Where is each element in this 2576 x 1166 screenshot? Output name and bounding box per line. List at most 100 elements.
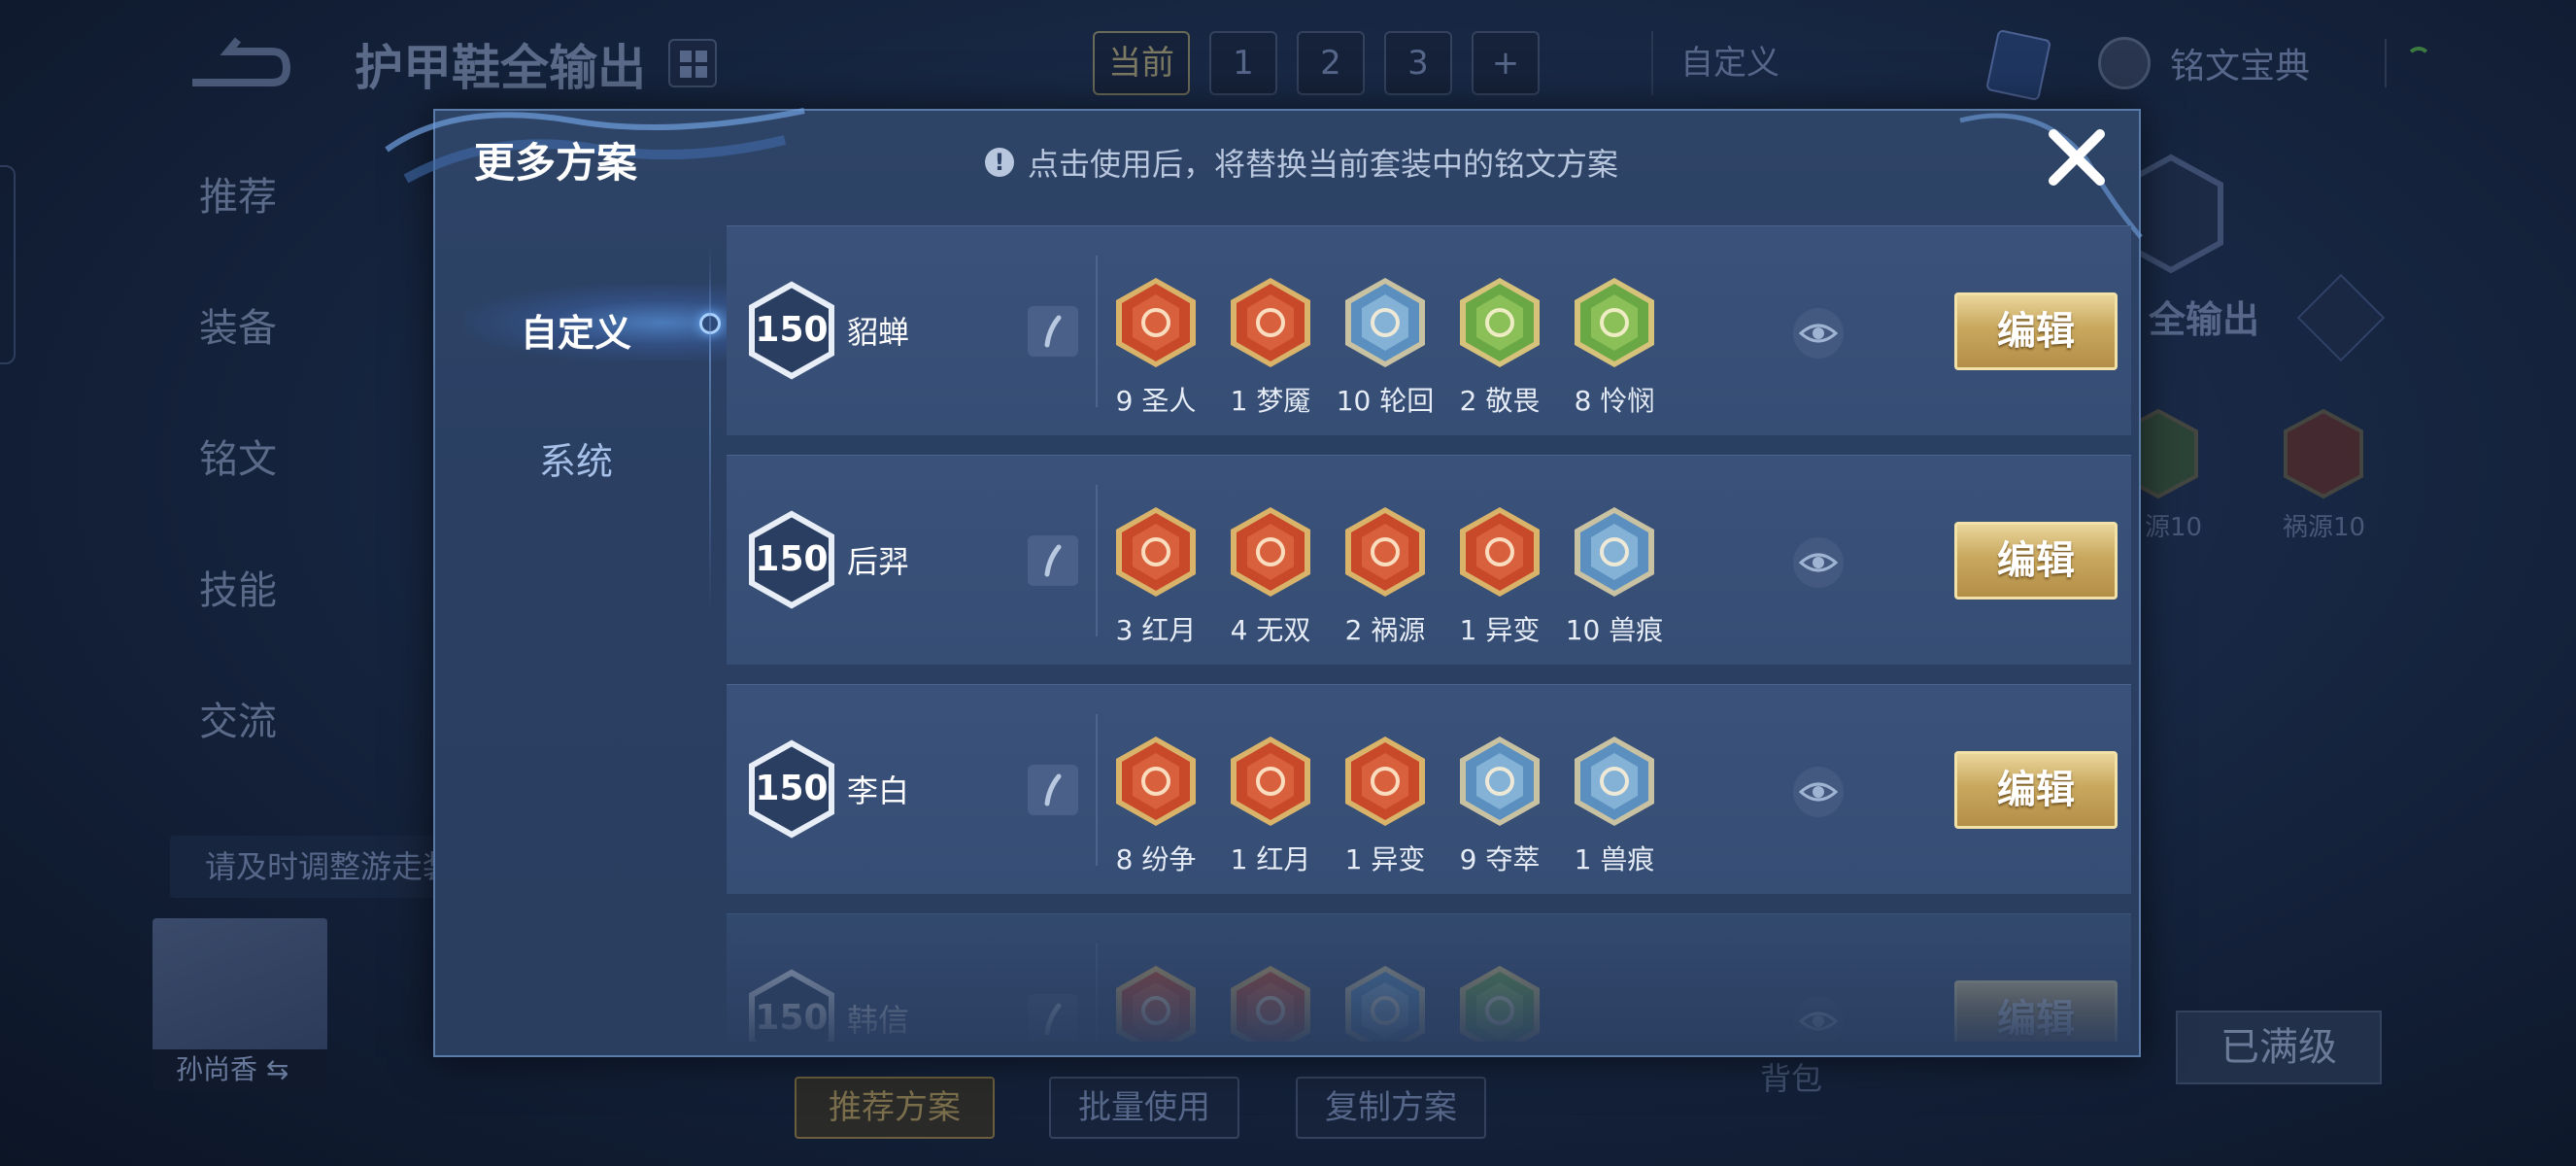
rune-slot: 1 异变 [1342, 734, 1428, 875]
rune-set: 9 圣人 1 梦魇 10 轮回 2 敬畏 8 怜悯 [1113, 275, 1657, 417]
rune-count-label: 4 无双 [1208, 609, 1333, 648]
info-icon: ! [985, 148, 1014, 177]
rune-count-label: 8 纷争 [1094, 839, 1218, 877]
rune-count: 8 [1574, 385, 1592, 417]
plan-source-tabs: 自定义 系统 [435, 237, 727, 1034]
rune-name: 祸源 [1371, 614, 1426, 646]
bg-tab-3[interactable]: 3 [1384, 31, 1452, 95]
maxed-button[interactable]: 已满级 [2176, 1011, 2382, 1084]
beast-mark-rune-icon [1575, 507, 1654, 597]
mutation-rune-icon [1345, 737, 1425, 826]
card-icon[interactable] [1984, 28, 2052, 102]
nightmare-rune-icon [1231, 278, 1310, 367]
dictionary-icon [2098, 37, 2151, 89]
rune-slot [1113, 963, 1199, 1042]
bg-tab-custom[interactable]: 自定义 [1651, 31, 1826, 95]
rune-count-label: 1 梦魇 [1208, 380, 1333, 419]
wifi-icon [2385, 39, 2433, 87]
rune-count-label: 3 红月 [1094, 609, 1218, 648]
preview-button[interactable] [1793, 308, 1844, 359]
rune-count-label: 9 夺萃 [1438, 839, 1562, 877]
bag-label[interactable]: 背包 [1760, 1054, 1822, 1099]
rune-name: 红月 [1256, 843, 1311, 875]
edit-button[interactable]: 编辑 [1954, 980, 2118, 1042]
rune-count: 1 [1574, 843, 1592, 875]
rune-count-label: 8 怜悯 [1552, 380, 1677, 419]
rune-slot: 9 夺萃 [1457, 734, 1542, 875]
rename-button[interactable] [1028, 535, 1078, 586]
bg-tab-1[interactable]: 1 [1209, 31, 1277, 95]
rune-count-label: 1 红月 [1208, 839, 1333, 877]
bg-tab-2[interactable]: 2 [1297, 31, 1365, 95]
plan-row[interactable]: 150 后羿 3 红月 4 无双 2 祸源 1 异变 10 兽痕 编辑 [727, 455, 2131, 665]
pen-icon [1044, 773, 1062, 806]
rune-level: 150 [755, 769, 829, 808]
nav-recommend[interactable]: 推荐 [199, 165, 277, 222]
recommend-plan-button[interactable]: 推荐方案 [795, 1077, 995, 1139]
rune-count: 4 [1230, 614, 1248, 646]
rune-slot [1228, 963, 1313, 1042]
rune-level: 150 [755, 998, 829, 1038]
more-plans-dialog: 更多方案 ! 点击使用后，将替换当前套装中的铭文方案 自定义 系统 150 貂蝉… [385, 108, 2143, 1057]
hero-name: 韩信 [847, 1002, 910, 1039]
beast-mark-rune-icon [1575, 737, 1654, 826]
bg-plan-tabs: 当前 1 2 3 + [1093, 31, 1540, 99]
rune-name: 怜悯 [1600, 385, 1655, 417]
batch-use-button[interactable]: 批量使用 [1049, 1077, 1239, 1139]
edit-button[interactable]: 编辑 [1954, 751, 2118, 829]
preview-button[interactable] [1793, 767, 1844, 817]
nav-community[interactable]: 交流 [199, 690, 277, 746]
rune-name: 敬畏 [1485, 385, 1541, 417]
close-icon[interactable] [2040, 120, 2114, 194]
rename-button[interactable] [1028, 994, 1078, 1042]
copy-plan-button[interactable]: 复制方案 [1296, 1077, 1486, 1139]
rune-level: 150 [755, 310, 829, 350]
bg-tab-add[interactable]: + [1472, 31, 1540, 95]
hero-name: 貂蝉 [847, 314, 910, 351]
bg-rune-label: 源10 [2145, 513, 2203, 542]
rune-name: 圣人 [1141, 385, 1197, 417]
mercy-rune-icon [1575, 278, 1654, 367]
rune-slot: 10 轮回 [1337, 275, 1434, 417]
bg-tab-current[interactable]: 当前 [1093, 31, 1190, 95]
plan-row[interactable]: 150 李白 8 纷争 1 红月 1 异变 9 夺萃 1 兽痕 编辑 [727, 684, 2131, 894]
plunder-rune-icon [1460, 737, 1540, 826]
rune-count-label: 10 轮回 [1323, 380, 1447, 419]
edit-button[interactable]: 编辑 [1954, 522, 2118, 600]
dialog-title: 更多方案 [474, 139, 638, 187]
hero-name-label[interactable]: 孙尚香 ⇆ [153, 1049, 327, 1090]
side-divider [709, 247, 711, 616]
plan-row[interactable]: 150 韩信 编辑 [727, 913, 2131, 1042]
rune-count: 1 [1230, 385, 1248, 417]
rune-name: 异变 [1485, 614, 1541, 646]
rename-button[interactable] [1028, 765, 1078, 815]
rune-count-label: 9 圣人 [1094, 380, 1218, 419]
nav-skills[interactable]: 技能 [199, 559, 277, 615]
edit-button[interactable]: 编辑 [1954, 292, 2118, 370]
rune-slot: 10 兽痕 [1566, 504, 1663, 646]
grid-icon[interactable] [668, 39, 717, 87]
rune-name: 红月 [1141, 614, 1197, 646]
plan-row[interactable]: 150 貂蝉 9 圣人 1 梦魇 10 轮回 2 敬畏 8 怜悯 编辑 [727, 225, 2131, 435]
rune-level: 150 [755, 539, 829, 579]
back-arrow-icon[interactable] [185, 34, 291, 92]
plan-list[interactable]: 150 貂蝉 9 圣人 1 梦魇 10 轮回 2 敬畏 8 怜悯 编辑 150 后羿 [727, 225, 2135, 1042]
left-edge-handle[interactable] [0, 165, 16, 364]
preview-button[interactable] [1793, 537, 1844, 588]
nav-equipment[interactable]: 装备 [199, 296, 277, 353]
rune-dictionary-link[interactable]: 铭文宝典 [2098, 37, 2310, 89]
tab-system[interactable]: 系统 [435, 431, 717, 485]
rune-count-label: 2 祸源 [1323, 609, 1447, 648]
eye-icon [1798, 782, 1839, 802]
rune-name: 轮回 [1379, 385, 1435, 417]
nav-runes[interactable]: 铭文 [199, 428, 277, 484]
rune-count: 9 [1459, 843, 1477, 875]
red-moon-rune-icon [1116, 507, 1196, 597]
preview-button[interactable] [1793, 996, 1844, 1042]
rename-button[interactable] [1028, 306, 1078, 357]
rune-count: 2 [1344, 614, 1363, 646]
sage-rune-icon [1116, 278, 1196, 367]
tab-custom[interactable]: 自定义 [435, 303, 717, 357]
rune-count-label: 2 敬畏 [1438, 380, 1562, 419]
menu-icon[interactable] [2296, 273, 2386, 362]
